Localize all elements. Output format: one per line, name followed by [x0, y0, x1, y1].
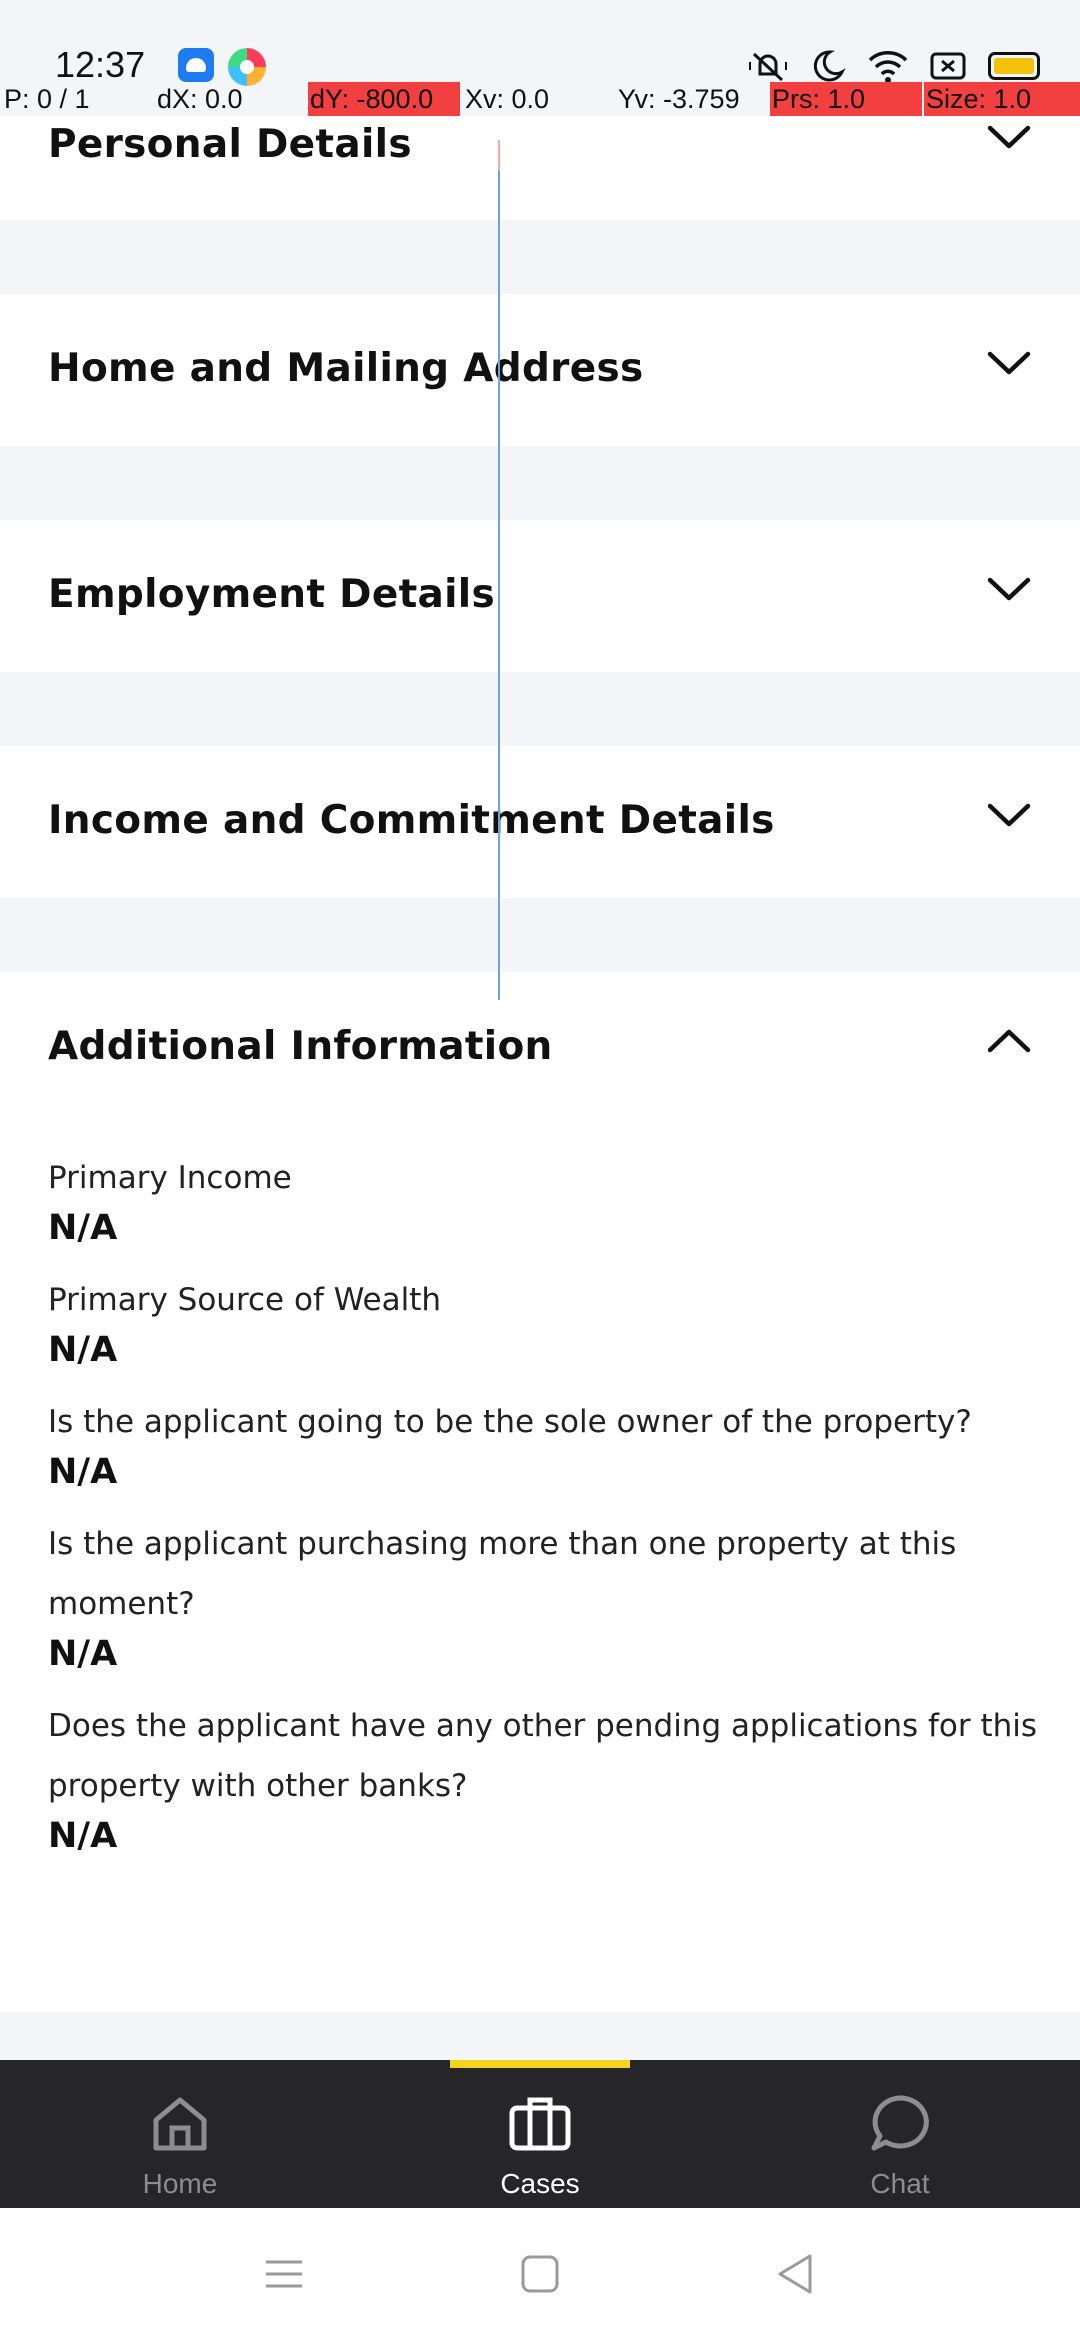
nav-label: Home	[142, 2168, 218, 2199]
screen-record-icon	[930, 52, 966, 80]
browser-app-icon	[228, 48, 266, 86]
briefcase-icon	[509, 2097, 571, 2151]
field-label-primary-income: Primary Income	[48, 1160, 292, 1196]
field-label-primary-source-of-wealth: Primary Source of Wealth	[48, 1282, 442, 1318]
nav-item-home[interactable]: Home	[0, 2060, 360, 2208]
section-title: Home and Mailing Address	[48, 346, 644, 391]
battery-icon	[988, 52, 1040, 80]
section-title: Personal Details	[48, 122, 412, 167]
debug-dx: dX: 0.0	[157, 84, 243, 114]
debug-yv: Yv: -3.759	[618, 84, 740, 114]
field-label-pending-applications: Does the applicant have any other pendin…	[48, 1708, 1038, 1804]
chevron-down-icon[interactable]	[982, 562, 1036, 616]
chevron-down-icon[interactable]	[982, 110, 1036, 164]
home-square-icon[interactable]	[518, 2252, 562, 2296]
field-label-multiple-properties: Is the applicant purchasing more than on…	[48, 1526, 957, 1622]
debug-dy: dY: -800.0	[308, 82, 460, 116]
nav-label: Cases	[500, 2168, 580, 2199]
chevron-down-icon[interactable]	[982, 788, 1036, 842]
field-label-sole-owner: Is the applicant going to be the sole ow…	[48, 1404, 972, 1440]
back-triangle-icon[interactable]	[774, 2252, 818, 2296]
section-employment-details[interactable]: Employment Details	[0, 520, 1080, 672]
section-additional-information[interactable]: Additional Information Primary Income N/…	[0, 972, 1080, 2012]
field-value-sole-owner: N/A	[48, 1452, 118, 1492]
nav-item-chat[interactable]: Chat	[720, 2060, 1080, 2208]
home-icon	[153, 2097, 207, 2151]
debug-pointer-count: P: 0 / 1	[4, 84, 90, 114]
section-title: Employment Details	[48, 572, 495, 617]
section-title: Income and Commitment Details	[48, 798, 775, 843]
field-value-pending-applications: N/A	[48, 1816, 118, 1856]
mute-icon	[749, 52, 787, 82]
additional-information-details: Primary Income N/A Primary Source of Wea…	[48, 1148, 1048, 1878]
chat-bubble-icon	[871, 2095, 929, 2151]
section-title: Additional Information	[48, 1024, 553, 1069]
nav-item-cases[interactable]: Cases	[360, 2060, 720, 2208]
chevron-down-icon[interactable]	[982, 336, 1036, 390]
debug-xv: Xv: 0.0	[465, 84, 550, 114]
section-personal-details[interactable]: Personal Details	[0, 116, 1080, 220]
pointer-debug-overlay: P: 0 / 1 dX: 0.0 dY: -800.0 Xv: 0.0 Yv: …	[0, 82, 1080, 116]
status-time: 12:37	[55, 44, 146, 85]
nav-label: Chat	[870, 2168, 930, 2199]
wifi-icon	[868, 51, 908, 83]
field-value-multiple-properties: N/A	[48, 1634, 118, 1674]
status-icons	[748, 48, 1040, 84]
section-income-commitment-details[interactable]: Income and Commitment Details	[0, 746, 1080, 898]
system-nav-bar	[0, 2208, 1080, 2340]
menu-icon[interactable]	[262, 2252, 306, 2296]
bottom-nav: Home Cases Chat	[0, 2060, 1080, 2208]
field-value-primary-source-of-wealth: N/A	[48, 1330, 118, 1370]
section-home-mailing-address[interactable]: Home and Mailing Address	[0, 294, 1080, 446]
chevron-up-icon[interactable]	[982, 1014, 1036, 1068]
debug-pressure: Prs: 1.0	[770, 82, 922, 116]
moon-icon	[813, 50, 846, 82]
field-value-primary-income: N/A	[48, 1208, 118, 1248]
android-app-icon	[178, 48, 214, 82]
touch-trace-line	[498, 140, 500, 1000]
